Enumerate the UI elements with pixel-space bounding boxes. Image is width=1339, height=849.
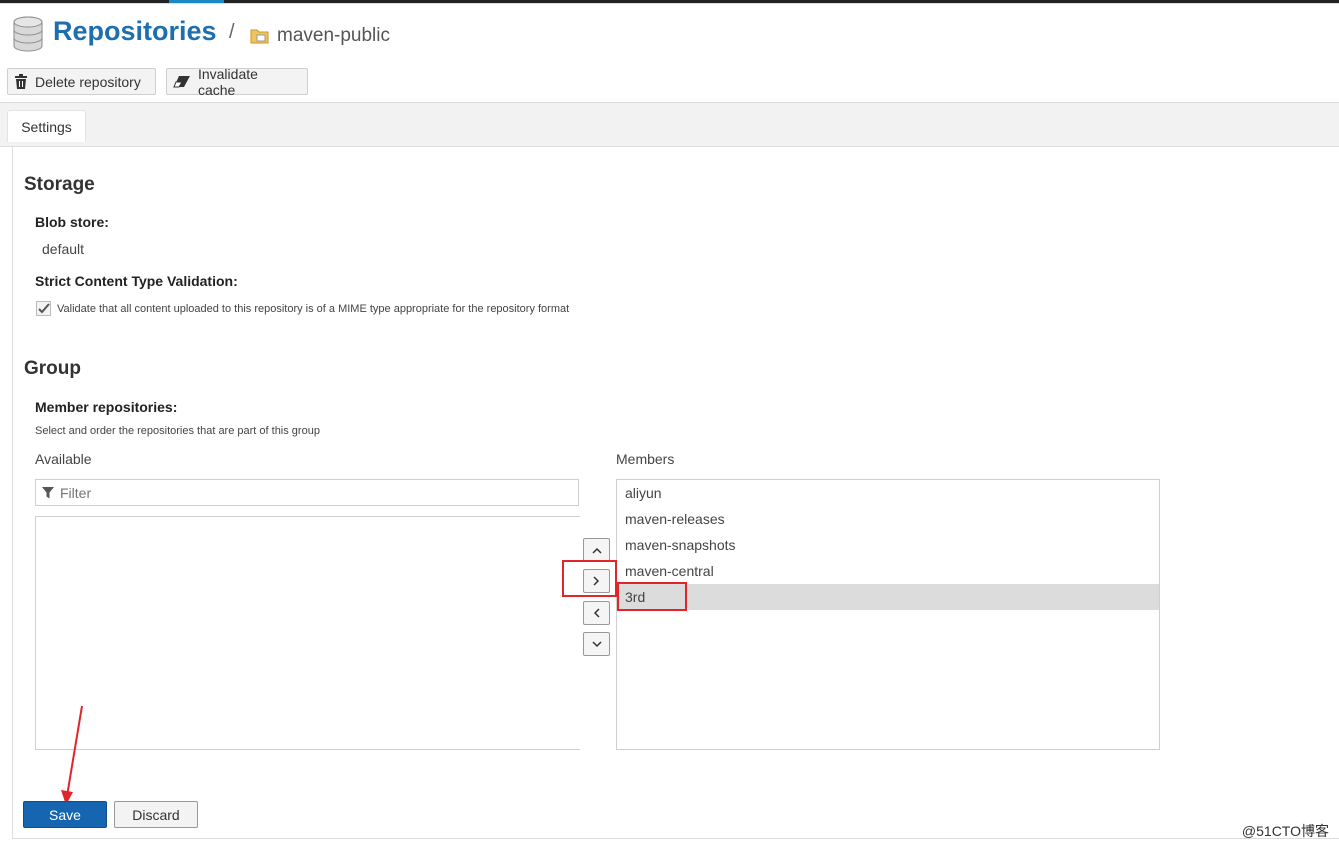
folder-icon bbox=[250, 29, 269, 44]
blob-store-value: default bbox=[42, 241, 85, 257]
eraser-icon bbox=[173, 76, 190, 88]
trash-icon bbox=[15, 74, 27, 89]
checkmark-icon bbox=[37, 303, 50, 314]
member-item-3rd[interactable]: 3rd bbox=[617, 584, 1159, 610]
breadcrumb-separator: / bbox=[229, 21, 235, 43]
member-repositories-label: Member repositories: bbox=[35, 399, 178, 415]
storage-section-title: Storage bbox=[24, 174, 95, 195]
members-column-label: Members bbox=[616, 451, 675, 467]
app-root: Repositories / maven-public Delete repos… bbox=[0, 0, 1339, 849]
chevron-down-icon bbox=[591, 640, 602, 647]
strict-validation-checkbox[interactable] bbox=[36, 301, 51, 316]
funnel-icon bbox=[42, 486, 54, 498]
group-section-title: Group bbox=[24, 358, 81, 379]
filter-field[interactable] bbox=[35, 479, 579, 506]
remove-from-members-button[interactable] bbox=[583, 601, 610, 625]
member-item-aliyun[interactable]: aliyun bbox=[617, 480, 1159, 506]
move-down-button[interactable] bbox=[583, 632, 610, 656]
move-up-button[interactable] bbox=[583, 538, 610, 562]
available-column-label: Available bbox=[35, 451, 92, 467]
database-icon bbox=[13, 16, 43, 52]
member-item-maven-releases[interactable]: maven-releases bbox=[617, 506, 1159, 532]
available-list[interactable] bbox=[35, 516, 580, 750]
members-list[interactable]: aliyun maven-releases maven-snapshots ma… bbox=[616, 479, 1160, 750]
watermark: @51CTO博客 bbox=[1241, 823, 1329, 839]
member-item-maven-central[interactable]: maven-central bbox=[617, 558, 1159, 584]
invalidate-cache-button[interactable]: Invalidate cache bbox=[166, 65, 308, 98]
toolbar: Delete repository Invalidate cache bbox=[0, 60, 1339, 102]
tab-settings[interactable]: Settings bbox=[7, 110, 86, 142]
settings-panel: Storage Blob store: default Strict Conte… bbox=[12, 147, 1339, 839]
member-item-maven-snapshots[interactable]: maven-snapshots bbox=[617, 532, 1159, 558]
add-to-members-button[interactable] bbox=[583, 569, 610, 593]
discard-button[interactable]: Discard bbox=[114, 801, 198, 828]
breadcrumb-repo-name: maven-public bbox=[277, 25, 390, 46]
chevron-right-icon bbox=[593, 576, 600, 586]
page-title[interactable]: Repositories bbox=[53, 16, 217, 47]
chevron-left-icon bbox=[593, 608, 600, 618]
annotation-arrow bbox=[61, 705, 83, 805]
delete-repository-label: Delete repository bbox=[35, 73, 141, 90]
tab-bar: Settings bbox=[0, 102, 1339, 147]
strict-validation-label: Strict Content Type Validation: bbox=[35, 273, 238, 289]
member-repositories-help: Select and order the repositories that a… bbox=[35, 425, 320, 437]
blob-store-label: Blob store: bbox=[35, 214, 109, 230]
filter-input[interactable] bbox=[60, 484, 540, 501]
page-header: Repositories / maven-public bbox=[0, 3, 1339, 60]
chevron-up-icon bbox=[591, 547, 602, 554]
strict-validation-description: Validate that all content uploaded to th… bbox=[57, 303, 570, 315]
delete-repository-button[interactable]: Delete repository bbox=[7, 68, 156, 95]
save-button[interactable]: Save bbox=[23, 801, 107, 828]
invalidate-cache-label: Invalidate cache bbox=[197, 65, 258, 98]
